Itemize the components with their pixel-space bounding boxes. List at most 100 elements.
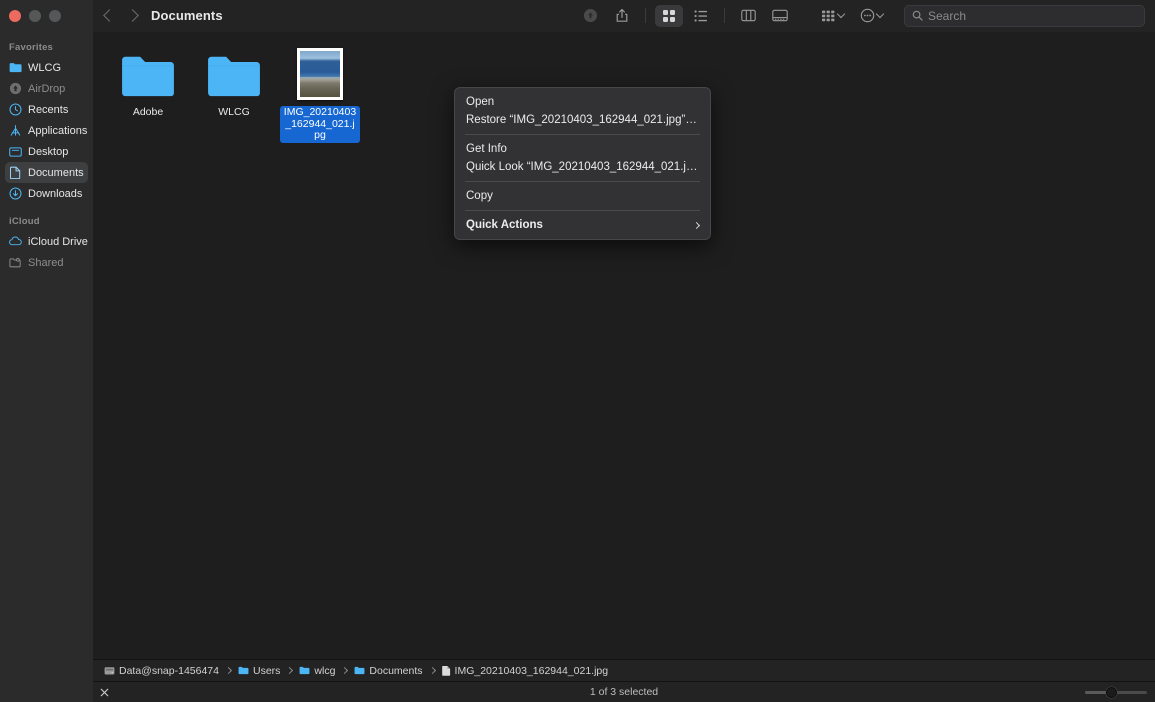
sidebar-item-shared[interactable]: Shared xyxy=(5,252,88,273)
minimize-window-button[interactable] xyxy=(29,9,41,22)
breadcrumb-separator xyxy=(224,666,233,675)
breadcrumb-file[interactable]: IMG_20210403_162944_021.jpg xyxy=(441,664,609,677)
sidebar-item-airdrop[interactable]: AirDrop xyxy=(5,78,88,99)
breadcrumb-wlcg[interactable]: wlcg xyxy=(299,665,335,677)
file-item-label: WLCG xyxy=(218,106,250,118)
share-icon[interactable] xyxy=(608,5,636,27)
sidebar-item-desktop[interactable]: Desktop xyxy=(5,141,88,162)
sidebar-item-label: Downloads xyxy=(28,187,83,200)
group-by-button[interactable] xyxy=(820,9,849,23)
sidebar-item-label: WLCG xyxy=(28,61,61,74)
file-item-label: Adobe xyxy=(132,106,164,118)
sidebar-item-label: Documents xyxy=(28,166,84,179)
traffic-lights xyxy=(9,9,61,22)
status-text: 1 of 3 selected xyxy=(589,686,659,698)
toolbar-actions xyxy=(576,4,794,27)
menu-separator-3 xyxy=(465,210,700,211)
sidebar: Favorites WLCG AirDrop Recents Applicati… xyxy=(0,32,93,702)
navigation-buttons xyxy=(103,9,139,22)
window-body: Favorites WLCG AirDrop Recents Applicati… xyxy=(0,32,1155,702)
airdrop-icon xyxy=(9,82,22,95)
breadcrumb-drive[interactable]: Data@snap-1456474 xyxy=(104,665,219,677)
sidebar-item-label: Desktop xyxy=(28,145,69,158)
window-controls xyxy=(0,0,93,32)
menu-item-quick-actions[interactable]: Quick Actions xyxy=(455,216,710,234)
breadcrumb-label: Users xyxy=(252,664,281,677)
drive-icon xyxy=(104,666,115,675)
sidebar-item-applications[interactable]: Applications xyxy=(5,120,88,141)
menu-item-open[interactable]: Open xyxy=(455,93,710,111)
file-item-label-selected: IMG_20210403_162944_021.jpg xyxy=(280,106,360,143)
menu-item-copy[interactable]: Copy xyxy=(455,187,710,205)
view-list-button[interactable] xyxy=(687,5,715,27)
breadcrumb-users[interactable]: Users xyxy=(238,665,280,677)
file-icon xyxy=(441,666,450,676)
menu-separator-2 xyxy=(465,181,700,182)
context-menu: Open Restore “IMG_20210403_162944_021.jp… xyxy=(454,87,711,240)
search-icon xyxy=(912,10,923,21)
toolbar-content: Documents Search xyxy=(93,0,1155,32)
toolbar-separator-2 xyxy=(724,8,725,23)
search-input[interactable]: Search xyxy=(904,4,1145,27)
slider-knob[interactable] xyxy=(1106,686,1118,698)
view-icon-button[interactable] xyxy=(655,4,683,27)
breadcrumb-label: wlcg xyxy=(314,664,336,677)
breadcrumb-label: Documents xyxy=(369,664,423,677)
file-item-image[interactable]: IMG_20210403_162944_021.jpg xyxy=(277,42,363,143)
menu-item-label: Copy xyxy=(466,190,493,202)
sidebar-item-recents[interactable]: Recents xyxy=(5,99,88,120)
shared-folder-icon xyxy=(9,256,22,269)
toolbar-separator xyxy=(645,8,646,23)
sidebar-item-label: AirDrop xyxy=(28,82,66,95)
image-thumbnail xyxy=(297,44,343,100)
clock-icon xyxy=(9,103,22,116)
finder-window: Documents Search Favorites WLCG AirDrop … xyxy=(0,0,1155,702)
file-item-wlcg[interactable]: WLCG xyxy=(191,42,277,143)
status-bar: 1 of 3 selected xyxy=(93,681,1155,702)
zoom-slider[interactable] xyxy=(1085,686,1147,698)
breadcrumb-documents[interactable]: Documents xyxy=(354,664,423,677)
close-icon[interactable] xyxy=(96,684,112,700)
chevron-down-icon-2 xyxy=(875,9,885,19)
menu-item-label: Open xyxy=(466,96,495,108)
path-bar: Data@snap-1456474 Users wlcg Documents I… xyxy=(93,659,1155,681)
search-placeholder: Search xyxy=(928,8,967,23)
menu-item-label: Quick Look “IMG_20210403_162944_021.jpg” xyxy=(466,161,699,173)
close-window-button[interactable] xyxy=(9,9,21,22)
breadcrumb-label: IMG_20210403_162944_021.jpg xyxy=(454,664,609,677)
file-area[interactable]: Adobe WLCG IMG_20210403_162944_021.jpg D… xyxy=(93,32,1155,702)
sidebar-item-downloads[interactable]: Downloads xyxy=(5,183,88,204)
photo-content xyxy=(300,51,340,97)
breadcrumb-separator-3 xyxy=(341,666,349,675)
sidebar-item-documents[interactable]: Documents xyxy=(5,162,88,183)
menu-item-label: Restore “IMG_20210403_162944_021.jpg” to… xyxy=(466,114,699,126)
document-icon xyxy=(9,166,22,179)
view-column-button[interactable] xyxy=(734,5,762,27)
view-gallery-button[interactable] xyxy=(766,5,794,27)
slider-track-filled xyxy=(1085,690,1109,694)
menu-item-label: Quick Actions xyxy=(466,219,543,231)
breadcrumb-separator-4 xyxy=(428,666,436,675)
sidebar-item-icloud-drive[interactable]: iCloud Drive xyxy=(5,231,88,252)
maximize-window-button[interactable] xyxy=(49,9,61,22)
sidebar-section-favorites-title: Favorites xyxy=(9,42,54,53)
file-item-adobe[interactable]: Adobe xyxy=(105,42,191,143)
downloads-icon xyxy=(9,187,22,200)
menu-item-restore[interactable]: Restore “IMG_20210403_162944_021.jpg” to… xyxy=(455,111,710,129)
sidebar-item-label: Applications xyxy=(28,124,88,137)
chevron-right-icon xyxy=(692,221,701,229)
folder-icon xyxy=(206,44,262,100)
forward-icon[interactable] xyxy=(126,9,139,22)
desktop-icon xyxy=(9,145,22,158)
back-icon[interactable] xyxy=(103,9,116,22)
action-menu-button[interactable] xyxy=(859,8,888,23)
folder-icon xyxy=(120,44,176,100)
chevron-down-icon xyxy=(836,9,846,19)
folder-icon xyxy=(354,666,365,675)
applications-icon xyxy=(9,124,22,137)
menu-item-quick-look[interactable]: Quick Look “IMG_20210403_162944_021.jpg” xyxy=(455,158,710,176)
sidebar-item-label: iCloud Drive xyxy=(28,235,88,248)
airdrop-icon[interactable] xyxy=(576,5,604,27)
menu-item-get-info[interactable]: Get Info xyxy=(455,140,710,158)
sidebar-item-wlcg[interactable]: WLCG xyxy=(5,57,88,78)
